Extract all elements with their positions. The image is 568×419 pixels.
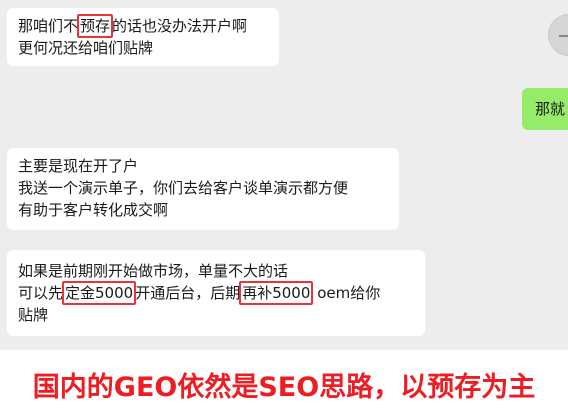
caption-text: 国内的GEO依然是SEO思路，以预存为主 [32,372,536,403]
message-text: 可以先 [18,284,64,302]
highlight-box: 预存 [77,14,114,38]
message-text: 的话也没办法开户啊 [112,17,248,35]
outgoing-message[interactable]: 那就 [522,88,568,130]
message-line: 我送一个演示单子，你们去给客户谈单演示都方便 [18,179,349,197]
message-line: 更何况还给咱们贴牌 [18,39,154,57]
message-line: 有助于客户转化成交啊 [18,201,169,219]
message-text: 那就 [535,100,566,118]
message-text: oem给你 [317,284,381,302]
incoming-message-3[interactable]: 如果是前期刚开始做市场，单量不大的话 可以先 定金5000 开通后台，后期 再补500… [7,250,425,336]
chat-area: 那咱们不 预存 的话也没办法开户啊 更何况还给咱们贴牌 那就 主要是现在开了户 我送… [0,0,568,350]
avatar[interactable] [548,14,568,56]
highlight-box: 再补5000 [239,281,314,305]
message-text: 开通后台，后期 [135,284,241,302]
incoming-message-2[interactable]: 主要是现在开了户 我送一个演示单子，你们去给客户谈单演示都方便 有助于客户转化成… [7,148,399,230]
highlight-box: 定金5000 [62,281,137,305]
incoming-message-1[interactable]: 那咱们不 预存 的话也没办法开户啊 更何况还给咱们贴牌 [7,8,279,66]
message-line: 那咱们不 预存 的话也没办法开户啊 [18,14,267,38]
message-line: 主要是现在开了户 [18,157,139,175]
message-line: 贴牌 [18,306,49,324]
message-line: 如果是前期刚开始做市场，单量不大的话 [18,262,289,280]
message-text: 那咱们不 [18,17,79,35]
message-line: 可以先 定金5000 开通后台，后期 再补5000 oem给你 [18,281,413,305]
